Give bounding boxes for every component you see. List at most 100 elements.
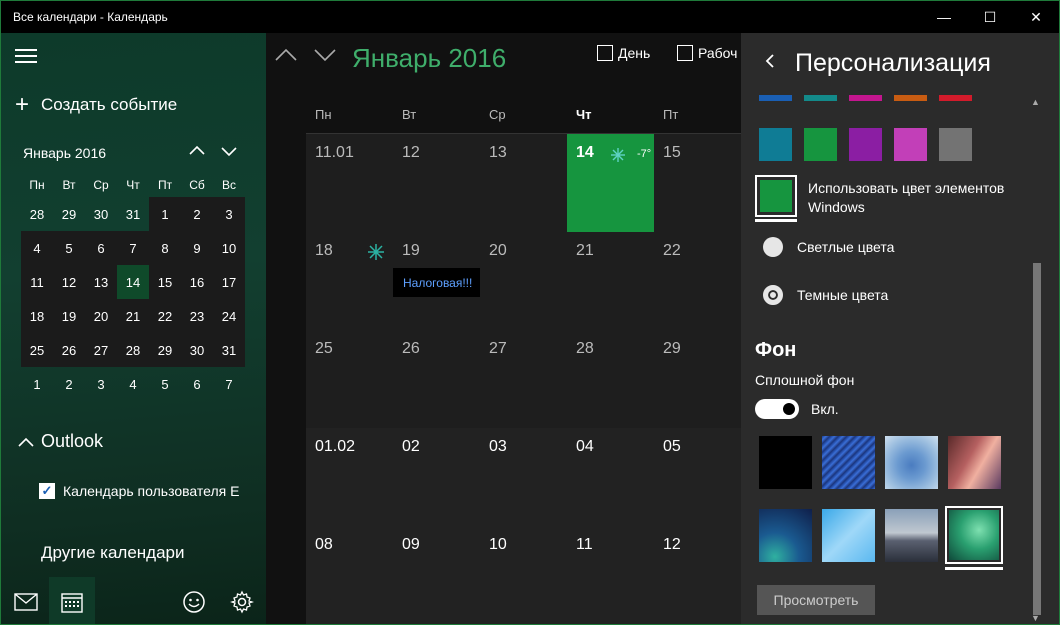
mini-day[interactable]: 31 [213, 333, 245, 367]
mini-day[interactable]: 26 [53, 333, 85, 367]
previous-month-button[interactable] [274, 43, 298, 73]
mini-day[interactable]: 11 [21, 265, 53, 299]
background-thumbnail[interactable] [885, 436, 938, 489]
day-cell[interactable]: 08 [306, 526, 393, 624]
background-thumbnail[interactable] [822, 436, 875, 489]
mini-next-month-button[interactable] [219, 141, 239, 161]
settings-button[interactable] [219, 577, 265, 624]
mini-day[interactable]: 3 [213, 197, 245, 231]
color-swatch[interactable] [759, 95, 792, 101]
mini-day[interactable]: 19 [53, 299, 85, 333]
background-thumbnail[interactable] [759, 436, 812, 489]
mini-day[interactable]: 4 [21, 231, 53, 265]
mini-day[interactable]: 25 [21, 333, 53, 367]
mini-day[interactable]: 5 [149, 367, 181, 401]
color-swatch[interactable] [849, 95, 882, 101]
day-cell[interactable]: 13 [480, 134, 567, 232]
preview-button[interactable]: Просмотреть [757, 585, 875, 615]
checkbox-checked-icon[interactable]: ✓ [39, 483, 55, 499]
color-swatch[interactable] [849, 128, 882, 161]
day-cell[interactable]: 28 [567, 330, 654, 428]
day-cell[interactable]: 19 Налоговая!!! [393, 232, 493, 330]
light-colors-radio[interactable]: Светлые цвета [763, 237, 894, 257]
dark-colors-radio[interactable]: Темные цвета [763, 285, 888, 305]
color-swatch[interactable] [894, 95, 927, 101]
day-cell[interactable]: 05 [654, 428, 741, 526]
day-cell[interactable]: 15 [654, 134, 741, 232]
day-cell[interactable]: 21 [567, 232, 654, 330]
mini-day[interactable]: 18 [21, 299, 53, 333]
close-button[interactable]: ✕ [1013, 1, 1059, 33]
mini-day[interactable]: 7 [117, 231, 149, 265]
calendar-checkbox-row[interactable]: ✓ Календарь пользователя Е [39, 483, 239, 499]
background-thumbnail[interactable] [948, 436, 1001, 489]
mini-day[interactable]: 21 [117, 299, 149, 333]
scrollbar-thumb[interactable] [1033, 263, 1041, 615]
mini-day[interactable]: 1 [21, 367, 53, 401]
mini-day[interactable]: 13 [85, 265, 117, 299]
color-swatch[interactable] [939, 95, 972, 101]
minimize-button[interactable]: — [921, 1, 967, 33]
mini-day[interactable]: 6 [85, 231, 117, 265]
background-thumbnail[interactable] [822, 509, 875, 562]
mini-day[interactable]: 2 [181, 197, 213, 231]
mini-day[interactable]: 15 [149, 265, 181, 299]
mini-day[interactable]: 1 [149, 197, 181, 231]
toggle-switch[interactable] [755, 399, 799, 419]
color-swatch[interactable] [804, 95, 837, 101]
mail-button[interactable] [3, 577, 49, 624]
day-cell[interactable]: 18 [306, 232, 393, 330]
view-workweek-button[interactable]: Рабоч [677, 45, 737, 61]
windows-accent-swatch[interactable] [755, 175, 797, 217]
mini-prev-month-button[interactable] [187, 141, 207, 161]
view-day-button[interactable]: День [597, 45, 650, 61]
panel-scrollbar[interactable]: ▲ ▼ [1029, 95, 1045, 624]
solid-background-toggle[interactable]: Вкл. [755, 399, 839, 419]
day-cell[interactable]: 12 [393, 134, 480, 232]
mini-day[interactable]: 3 [85, 367, 117, 401]
feedback-button[interactable] [171, 577, 217, 624]
day-cell[interactable]: 11.01 [306, 134, 393, 232]
day-cell[interactable]: 03 [480, 428, 567, 526]
day-cell[interactable]: 29 [654, 330, 741, 428]
scroll-up-arrow-icon[interactable]: ▲ [1031, 97, 1040, 107]
day-cell[interactable]: 20 [480, 232, 567, 330]
mini-day[interactable]: 5 [53, 231, 85, 265]
mini-day[interactable]: 27 [85, 333, 117, 367]
mini-day[interactable]: 20 [85, 299, 117, 333]
background-thumbnail-selected[interactable] [945, 506, 1003, 564]
calendar-app-button[interactable] [49, 577, 95, 624]
mini-day[interactable]: 30 [85, 197, 117, 231]
mini-day[interactable]: 4 [117, 367, 149, 401]
color-swatch[interactable] [894, 128, 927, 161]
mini-day[interactable]: 17 [213, 265, 245, 299]
back-button[interactable] [763, 51, 777, 77]
day-cell[interactable]: 11 [567, 526, 654, 624]
day-cell-today[interactable]: 14 -7° [567, 134, 654, 232]
background-thumbnail[interactable] [759, 509, 812, 562]
color-swatch[interactable] [759, 128, 792, 161]
day-cell[interactable]: 22 [654, 232, 741, 330]
mini-day[interactable]: 24 [213, 299, 245, 333]
day-cell[interactable]: 01.02 [306, 428, 393, 526]
day-cell[interactable]: 12 [654, 526, 741, 624]
mini-day[interactable]: 29 [149, 333, 181, 367]
outlook-section-toggle[interactable]: Outlook [17, 431, 103, 452]
mini-day[interactable]: 2 [53, 367, 85, 401]
mini-day[interactable]: 29 [53, 197, 85, 231]
mini-day[interactable]: 31 [117, 197, 149, 231]
scroll-down-arrow-icon[interactable]: ▼ [1031, 613, 1040, 623]
color-swatch[interactable] [804, 128, 837, 161]
mini-day[interactable]: 28 [117, 333, 149, 367]
day-cell[interactable]: 25 [306, 330, 393, 428]
background-thumbnail[interactable] [885, 509, 938, 562]
mini-day[interactable]: 10 [213, 231, 245, 265]
color-swatch[interactable] [939, 128, 972, 161]
mini-day[interactable]: 22 [149, 299, 181, 333]
mini-day-today[interactable]: 14 [117, 265, 149, 299]
mini-day[interactable]: 28 [21, 197, 53, 231]
next-month-button[interactable] [313, 43, 337, 73]
maximize-button[interactable]: ☐ [967, 1, 1013, 33]
mini-day[interactable]: 16 [181, 265, 213, 299]
create-event-button[interactable]: + Создать событие [15, 93, 177, 117]
